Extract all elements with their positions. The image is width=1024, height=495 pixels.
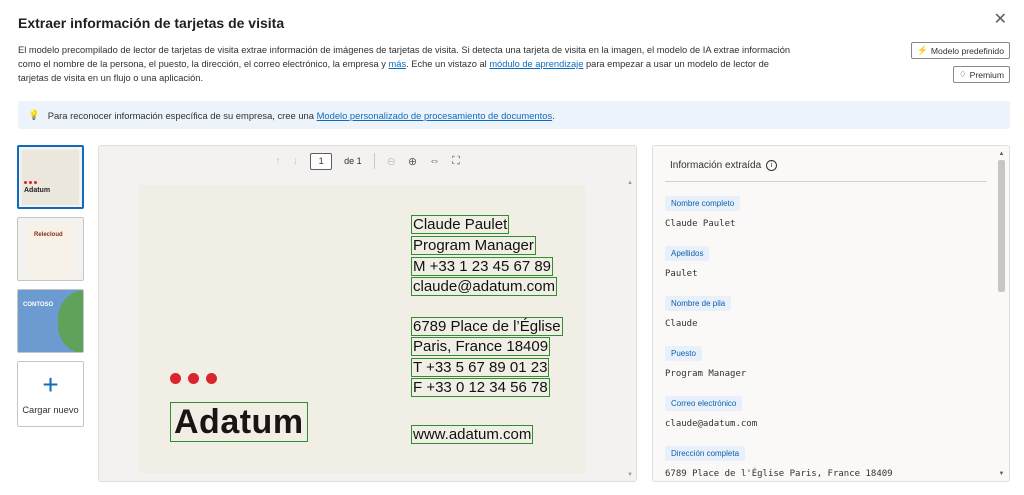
- scrollbar-thumb[interactable]: [998, 160, 1005, 292]
- close-icon[interactable]: ✕: [994, 12, 1007, 28]
- lightning-icon: ⚡: [917, 45, 928, 55]
- field-value: claude@adatum.com: [665, 419, 758, 429]
- toolbar-divider: [373, 153, 375, 169]
- brand-dots: [170, 373, 217, 384]
- learning-module-link[interactable]: módulo de aprendizaje: [489, 59, 583, 69]
- card-text-box[interactable]: 6789 Place de l’Église: [411, 317, 563, 336]
- card-text-box[interactable]: Program Manager: [411, 236, 536, 255]
- info-icon[interactable]: i: [766, 160, 778, 171]
- field-value: Paulet: [665, 269, 698, 279]
- field-label[interactable]: Nombre completo: [665, 196, 741, 211]
- card-text-box[interactable]: F +33 0 12 34 56 78: [411, 378, 550, 397]
- thumbnail-adatum-label: Adatum: [24, 187, 51, 194]
- panel-title: Información extraída: [670, 160, 762, 171]
- prebuilt-model-label: Modelo predefinido: [930, 45, 1004, 56]
- field-list: Nombre completo Claude Paulet Apellidos …: [665, 193, 987, 493]
- thumbnail-adatum[interactable]: Adatum: [17, 145, 84, 209]
- premium-label: Premium: [969, 69, 1004, 80]
- document-viewer: ↑ ↓ 1 de 1 ⊖ ⊕ ⇔ ⛶ Claude Paulet Program…: [98, 145, 637, 482]
- panel-scrollbar[interactable]: ▲ ▼: [997, 150, 1006, 478]
- fit-width-icon[interactable]: ⇔: [429, 155, 440, 167]
- upload-new-label: Cargar nuevo: [22, 405, 79, 415]
- field-last-name: Apellidos Paulet: [665, 243, 987, 293]
- arrow-up-icon[interactable]: ↑: [275, 155, 281, 167]
- field-label[interactable]: Dirección completa: [665, 446, 746, 461]
- fit-page-icon[interactable]: ⛶: [452, 155, 460, 168]
- card-text-box[interactable]: M +33 1 23 45 67 89: [411, 257, 554, 276]
- field-value: Claude: [665, 319, 698, 329]
- panel-header: Información extraída i: [670, 160, 778, 171]
- field-first-name: Nombre de pila Claude: [665, 293, 987, 343]
- field-full-name: Nombre completo Claude Paulet: [665, 193, 987, 243]
- zoom-out-icon[interactable]: ⊖: [387, 155, 396, 168]
- premium-badge: ♢ Premium: [952, 66, 1010, 83]
- page-number-input[interactable]: 1: [310, 152, 333, 170]
- card-text-box[interactable]: www.adatum.com: [411, 425, 534, 444]
- panel-divider: [665, 181, 987, 182]
- upload-new-button[interactable]: + Cargar nuevo: [17, 361, 84, 427]
- info-bar: 💡 Para reconocer información específica …: [18, 101, 1010, 129]
- page-count: de 1: [344, 156, 362, 166]
- card-text-box[interactable]: Paris, France 18409: [411, 337, 551, 356]
- card-text-box[interactable]: claude@adatum.com: [411, 277, 557, 296]
- plus-icon: +: [42, 369, 59, 400]
- card-text-box[interactable]: Claude Paulet: [411, 215, 510, 234]
- zoom-in-icon[interactable]: ⊕: [408, 155, 417, 168]
- viewer-scrollbar[interactable]: ▲ ▼: [626, 179, 634, 479]
- arrow-down-icon[interactable]: ↓: [293, 155, 299, 167]
- more-link[interactable]: más: [389, 59, 407, 69]
- thumbnail-relecloud-label: Relecloud: [34, 232, 63, 238]
- thumbnail-contoso[interactable]: CONTOSO: [17, 289, 84, 353]
- field-address: Dirección completa 6789 Place de l'Églis…: [665, 443, 987, 493]
- thumbnail-contoso-label: CONTOSO: [23, 302, 54, 308]
- card-text-box[interactable]: T +33 5 67 89 01 23: [411, 358, 550, 377]
- field-value: Claude Paulet: [665, 219, 736, 229]
- custom-model-link[interactable]: Modelo personalizado de procesamiento de…: [317, 110, 553, 121]
- info-text: Para reconocer información específica de…: [47, 109, 555, 121]
- scroll-up-icon[interactable]: ▲: [997, 150, 1006, 158]
- business-card-image: Claude Paulet Program Manager M +33 1 23…: [139, 185, 585, 473]
- field-label[interactable]: Apellidos: [665, 246, 710, 261]
- scroll-up-icon[interactable]: ▲: [626, 179, 634, 187]
- description: El modelo precompilado de lector de tarj…: [18, 43, 798, 85]
- field-job-title: Puesto Program Manager: [665, 343, 987, 393]
- scroll-down-icon[interactable]: ▼: [997, 470, 1006, 478]
- card-logo-box[interactable]: Adatum: [170, 402, 308, 442]
- thumbnail-relecloud[interactable]: Relecloud: [17, 217, 84, 281]
- field-label[interactable]: Puesto: [665, 346, 702, 361]
- field-value: 6789 Place de l'Église Paris, France 184…: [665, 469, 893, 479]
- page-title: Extraer información de tarjetas de visit…: [18, 15, 285, 31]
- extracted-info-panel: Información extraída i Nombre completo C…: [652, 145, 1010, 482]
- diamond-icon: ♢: [958, 69, 967, 79]
- scroll-down-icon[interactable]: ▼: [626, 471, 634, 479]
- lightbulb-icon: 💡: [28, 109, 40, 120]
- field-value: Program Manager: [665, 369, 747, 379]
- viewer-toolbar: ↑ ↓ 1 de 1 ⊖ ⊕ ⇔ ⛶: [99, 146, 636, 176]
- field-label[interactable]: Nombre de pila: [665, 296, 732, 311]
- thumbnail-list: Adatum Relecloud CONTOSO + Cargar nuevo: [17, 145, 84, 427]
- field-email: Correo electrónico claude@adatum.com: [665, 393, 987, 443]
- field-label[interactable]: Correo electrónico: [665, 396, 743, 411]
- prebuilt-model-badge: ⚡ Modelo predefinido: [911, 42, 1010, 59]
- description-text-2: . Eche un vistazo al: [406, 59, 490, 69]
